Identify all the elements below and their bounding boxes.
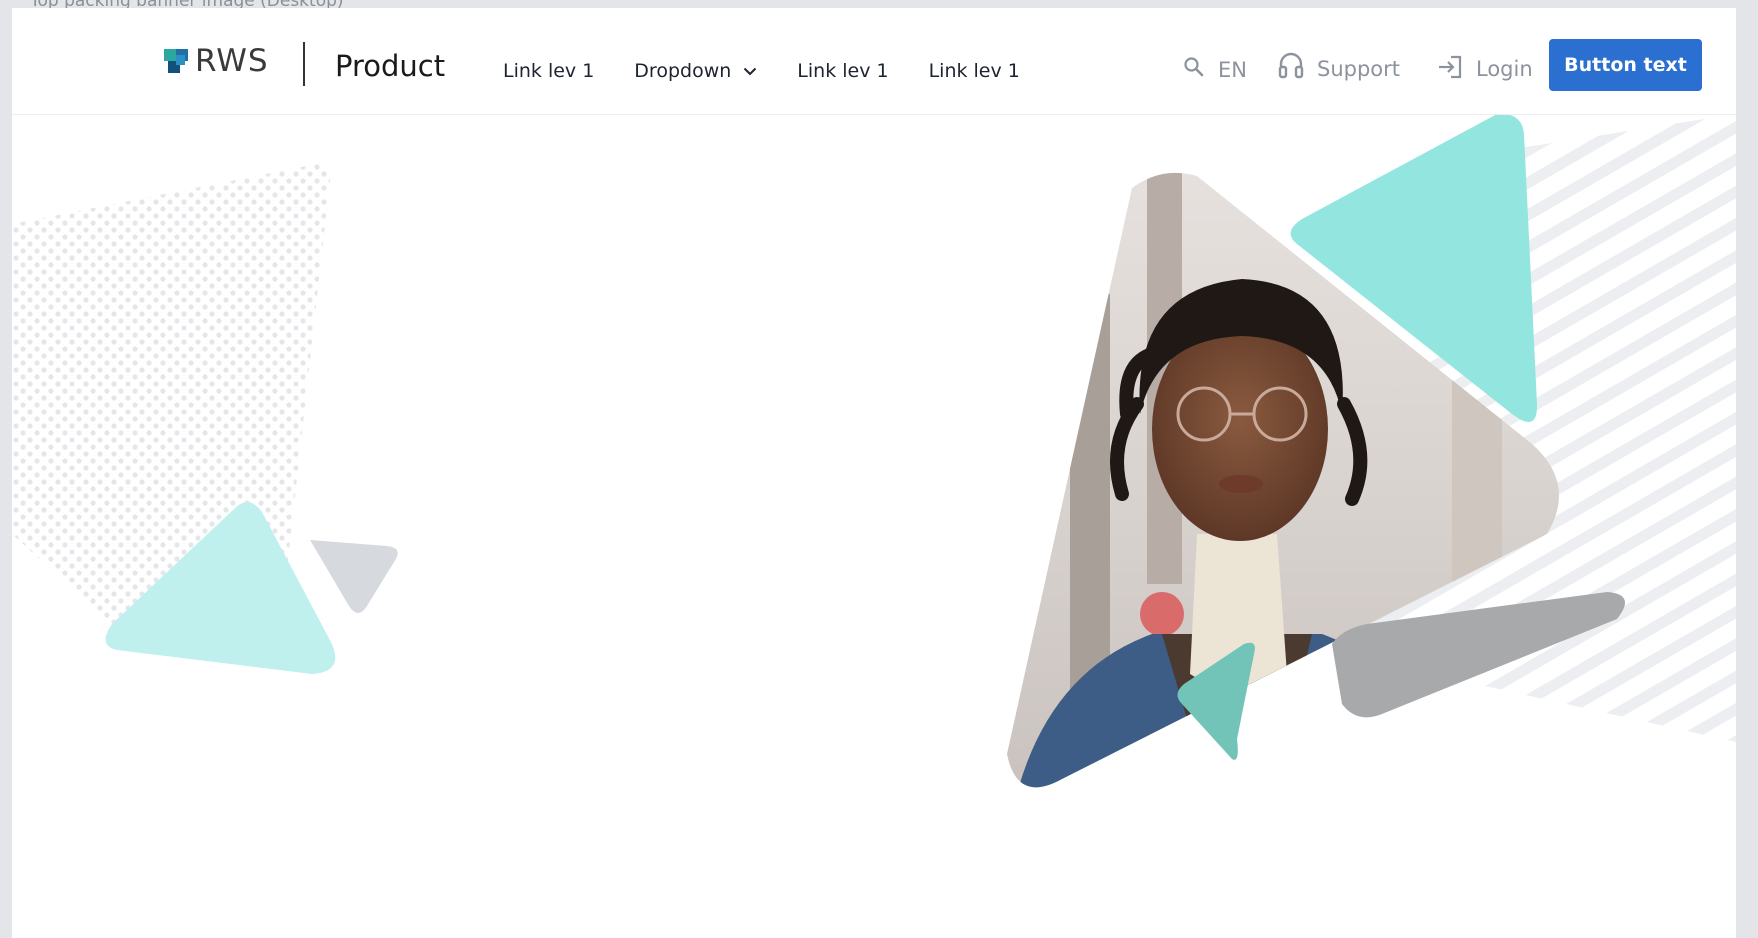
hero-banner <box>12 114 1736 788</box>
nav-link-4-label: Link lev 1 <box>928 60 1020 82</box>
product-name[interactable]: Product <box>335 52 445 81</box>
brand-name: RWS <box>195 43 269 79</box>
grey-triangle-left <box>310 540 398 613</box>
nav-link-1-label: Link lev 1 <box>503 60 595 82</box>
support-link[interactable]: Support <box>1277 51 1400 81</box>
login-label: Login <box>1476 57 1533 81</box>
nav-dropdown-label: Dropdown <box>634 60 732 82</box>
nav-link-1[interactable]: Link lev 1 <box>503 60 594 82</box>
main-nav: Link lev 1 Dropdown Link lev 1 Link lev … <box>503 60 1060 82</box>
logo-divider <box>303 42 305 86</box>
language-selector[interactable]: EN <box>1218 58 1247 82</box>
search-icon <box>1184 57 1204 77</box>
chevron-down-icon <box>744 67 757 75</box>
brand-logo[interactable]: RWS <box>164 46 269 77</box>
login-icon <box>1439 55 1462 79</box>
search-button[interactable] <box>1183 56 1205 78</box>
headset-icon <box>1278 52 1304 79</box>
nav-link-4[interactable]: Link lev 1 <box>929 60 1020 82</box>
language-label: EN <box>1218 58 1247 82</box>
page-frame: RWS Product Link lev 1 Dropdown Link lev… <box>12 8 1736 938</box>
rws-logo-icon <box>164 48 190 75</box>
nav-link-3-label: Link lev 1 <box>797 60 889 82</box>
login-link[interactable]: Login <box>1436 53 1533 81</box>
support-label: Support <box>1317 57 1401 81</box>
cta-button[interactable]: Button text <box>1549 39 1702 91</box>
nav-dropdown[interactable]: Dropdown <box>634 60 757 82</box>
site-header: RWS Product Link lev 1 Dropdown Link lev… <box>12 8 1736 115</box>
nav-link-3[interactable]: Link lev 1 <box>797 60 888 82</box>
